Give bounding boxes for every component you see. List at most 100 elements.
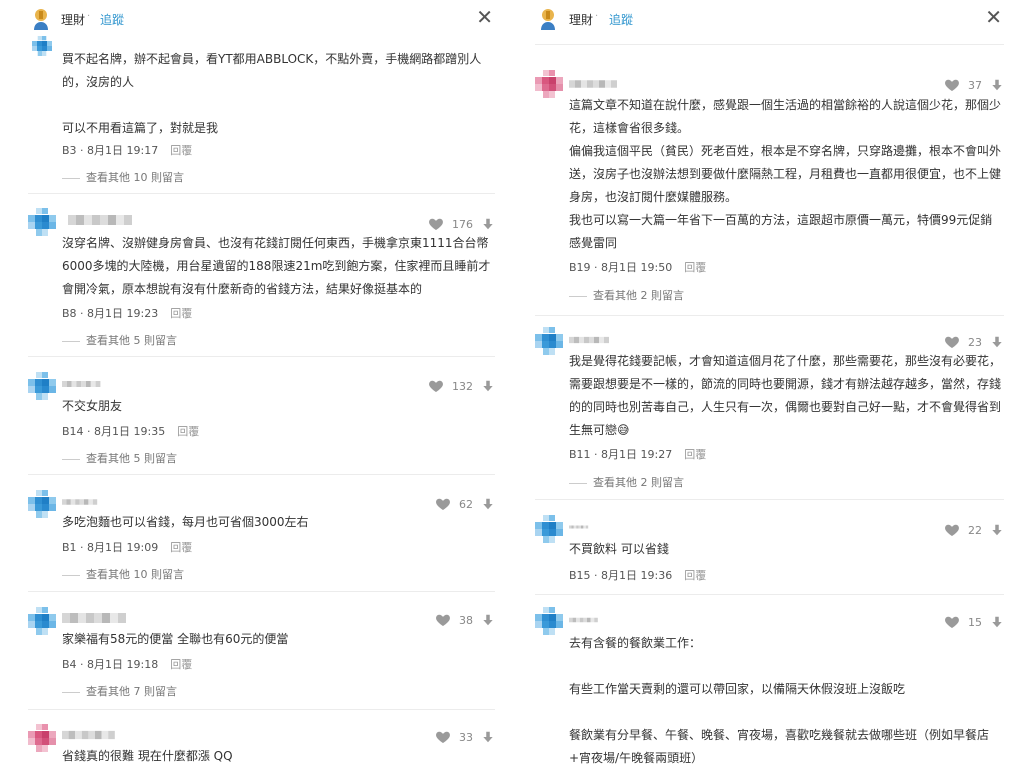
separator-dot: ·	[87, 11, 91, 22]
reply-button[interactable]: 回覆	[170, 541, 192, 554]
comment-meta: B15 · 8月1日 19:36 回覆	[569, 567, 706, 583]
forum-name[interactable]: 理財	[61, 11, 85, 28]
comment-floor-time: B3 · 8月1日 19:17	[62, 144, 159, 157]
more-replies-link[interactable]: 查看其他 10 則留言	[62, 169, 184, 185]
comment-meta: B19 · 8月1日 19:50 回覆	[569, 259, 706, 275]
heart-icon[interactable]	[944, 614, 960, 630]
heart-icon[interactable]	[944, 77, 960, 93]
downvote-icon[interactable]	[481, 613, 495, 627]
like-group: 62	[435, 496, 495, 512]
username-blurred[interactable]	[62, 729, 128, 741]
username-blurred[interactable]	[62, 496, 106, 508]
comment-meta: B1 · 8月1日 19:09 回覆	[62, 539, 192, 555]
comment-floor-time: B1 · 8月1日 19:09	[62, 541, 159, 554]
avatar[interactable]	[28, 372, 56, 400]
more-replies-link[interactable]: 查看其他 2 則留言	[569, 287, 684, 303]
avatar[interactable]	[28, 208, 56, 236]
like-group: 37	[944, 77, 1004, 93]
like-count: 38	[459, 613, 473, 627]
more-replies-link[interactable]: 查看其他 2 則留言	[569, 474, 684, 490]
divider	[535, 44, 1004, 45]
reply-button[interactable]: 回覆	[177, 425, 199, 438]
comment-meta: B14 · 8月1日 19:35 回覆	[62, 423, 199, 439]
more-replies-link[interactable]: 查看其他 5 則留言	[62, 332, 177, 348]
comment-floor-time: B4 · 8月1日 19:18	[62, 658, 159, 671]
downvote-icon[interactable]	[990, 523, 1004, 537]
downvote-icon[interactable]	[990, 335, 1004, 349]
avatar[interactable]	[28, 724, 56, 752]
avatar[interactable]	[535, 327, 563, 355]
comment-body: 不交女朋友	[62, 399, 123, 413]
divider	[28, 356, 495, 357]
like-count: 15	[968, 615, 982, 629]
heart-icon[interactable]	[944, 522, 960, 538]
like-group: 132	[428, 378, 495, 394]
username-blurred[interactable]	[569, 614, 605, 626]
more-replies-link[interactable]: 查看其他 10 則留言	[62, 566, 184, 582]
close-icon[interactable]: ✕	[476, 5, 493, 29]
like-count: 132	[452, 379, 473, 393]
close-icon[interactable]: ✕	[985, 5, 1002, 29]
divider	[28, 709, 495, 710]
like-count: 37	[968, 78, 982, 92]
downvote-icon[interactable]	[990, 78, 1004, 92]
avatar[interactable]	[535, 70, 563, 98]
like-group: 23	[944, 334, 1004, 350]
comment-meta: B3 · 8月1日 19:17 回覆	[62, 142, 192, 158]
heart-icon[interactable]	[944, 334, 960, 350]
reply-button[interactable]: 回覆	[684, 448, 706, 461]
downvote-icon[interactable]	[481, 379, 495, 393]
username-blurred[interactable]	[569, 521, 593, 533]
like-group: 38	[435, 612, 495, 628]
like-count: 23	[968, 335, 982, 349]
divider	[535, 499, 1004, 500]
reply-button[interactable]: 回覆	[684, 569, 706, 582]
reply-button[interactable]: 回覆	[170, 658, 192, 671]
avatar[interactable]	[535, 515, 563, 543]
heart-icon[interactable]	[435, 729, 451, 745]
username-blurred[interactable]	[62, 214, 154, 226]
downvote-icon[interactable]	[481, 730, 495, 744]
reply-button[interactable]: 回覆	[684, 261, 706, 274]
heart-icon[interactable]	[435, 612, 451, 628]
downvote-icon[interactable]	[990, 615, 1004, 629]
avatar[interactable]	[28, 36, 56, 56]
reply-button[interactable]: 回覆	[170, 144, 192, 157]
username-blurred[interactable]	[62, 378, 110, 390]
follow-button[interactable]: 追蹤	[100, 11, 124, 28]
like-count: 176	[452, 217, 473, 231]
downvote-icon[interactable]	[481, 217, 495, 231]
follow-button[interactable]: 追蹤	[609, 11, 633, 28]
like-group: 33	[435, 729, 495, 745]
more-replies-link[interactable]: 查看其他 7 則留言	[62, 683, 177, 699]
avatar[interactable]	[535, 607, 563, 635]
reply-button[interactable]: 回覆	[170, 307, 192, 320]
comment-body: 不買飲料 可以省錢	[569, 542, 669, 556]
heart-icon[interactable]	[428, 378, 444, 394]
like-count: 33	[459, 730, 473, 744]
forum-avatar-icon	[32, 8, 50, 30]
username-blurred[interactable]	[62, 612, 142, 624]
comment-floor-time: B15 · 8月1日 19:36	[569, 569, 673, 582]
forum-name[interactable]: 理財	[569, 11, 593, 28]
avatar[interactable]	[28, 607, 56, 635]
comment-floor-time: B19 · 8月1日 19:50	[569, 261, 673, 274]
username-blurred[interactable]	[569, 78, 629, 90]
comment-floor-time: B14 · 8月1日 19:35	[62, 425, 166, 438]
comment-body: 買不起名牌，辦不起會員，看YT都用ABBLOCK，不點外賣，手機網路都蹭別人的，…	[62, 52, 482, 135]
username-blurred[interactable]	[569, 334, 619, 346]
comment-body: 省錢真的很難 現在什麼都漲 QQ	[62, 749, 233, 763]
divider	[535, 594, 1004, 595]
separator-dot: ·	[595, 11, 599, 22]
downvote-icon[interactable]	[481, 497, 495, 511]
heart-icon[interactable]	[435, 496, 451, 512]
heart-icon[interactable]	[428, 216, 444, 232]
panel-header: 理財 · 追蹤 ✕	[527, 0, 1024, 36]
panel-header: 理財 · 追蹤 ✕	[0, 0, 515, 36]
forum-avatar-icon	[539, 8, 557, 30]
comment-floor-time: B11 · 8月1日 19:27	[569, 448, 673, 461]
more-replies-link[interactable]: 查看其他 5 則留言	[62, 450, 177, 466]
comment-body: 我是覺得花錢要記帳，才會知道這個月花了什麼，那些需要花，那些沒有必要花，需要跟想…	[569, 354, 1002, 437]
like-group: 15	[944, 614, 1004, 630]
avatar[interactable]	[28, 490, 56, 518]
